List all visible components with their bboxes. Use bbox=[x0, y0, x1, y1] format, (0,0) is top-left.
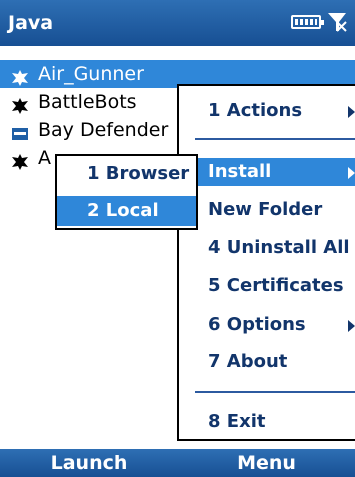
list-item-label: A bbox=[38, 147, 51, 169]
menu-item-new-folder[interactable]: New Folder bbox=[179, 196, 355, 224]
title-bar: Java bbox=[0, 0, 355, 46]
menu-item-label: New Folder bbox=[208, 199, 323, 220]
list-item-label: Bay Defender bbox=[38, 119, 169, 141]
menu-item-label: 7 About bbox=[208, 351, 288, 372]
menu-item-label: 8 Exit bbox=[208, 411, 266, 432]
submenu-item-label: 1 Browser bbox=[87, 163, 190, 184]
java-app-icon bbox=[12, 150, 28, 170]
menu-popup: 1 Actions Install New Folder 4 Uninstall… bbox=[177, 84, 355, 441]
menu-item-exit[interactable]: 8 Exit bbox=[179, 408, 355, 436]
menu-item-label: Install bbox=[208, 161, 272, 182]
menu-item-about[interactable]: 7 About bbox=[179, 348, 355, 376]
menu-item-label: 4 Uninstall All bbox=[208, 237, 350, 258]
submenu-item-browser[interactable]: 1 Browser bbox=[57, 159, 196, 189]
menu-item-actions[interactable]: 1 Actions bbox=[179, 97, 355, 125]
softkey-bar: Launch Menu bbox=[0, 449, 355, 477]
menu-separator bbox=[195, 138, 355, 140]
menu-item-install[interactable]: Install bbox=[179, 158, 355, 186]
submenu-arrow-icon bbox=[348, 320, 355, 332]
menu-item-options[interactable]: 6 Options bbox=[179, 311, 355, 339]
menu-item-certificates[interactable]: 5 Certificates bbox=[179, 272, 355, 300]
signal-off-icon[interactable] bbox=[327, 11, 347, 33]
window-title: Java bbox=[8, 12, 54, 34]
menu-item-label: 6 Options bbox=[208, 314, 306, 335]
status-icons[interactable] bbox=[291, 11, 347, 35]
submenu-item-label: 2 Local Files bbox=[87, 200, 159, 251]
menu-separator bbox=[195, 391, 355, 393]
submenu-arrow-icon bbox=[348, 106, 355, 118]
install-submenu: 1 Browser 2 Local Files bbox=[55, 154, 198, 251]
menu-item-label: 1 Actions bbox=[208, 100, 303, 121]
game-app-icon bbox=[12, 122, 28, 140]
list-item-label: Air_Gunner bbox=[38, 63, 144, 85]
list-item-label: BattleBots bbox=[38, 91, 137, 113]
java-app-icon bbox=[12, 66, 28, 86]
battery-icon[interactable] bbox=[291, 15, 324, 29]
menu-item-label: 5 Certificates bbox=[208, 275, 344, 296]
menu-item-uninstall-all[interactable]: 4 Uninstall All bbox=[179, 234, 355, 262]
submenu-item-local-files[interactable]: 2 Local Files bbox=[57, 196, 196, 251]
launch-softkey[interactable]: Launch bbox=[0, 449, 178, 477]
submenu-arrow-icon bbox=[348, 167, 355, 179]
java-app-icon bbox=[12, 94, 28, 114]
menu-softkey[interactable]: Menu bbox=[178, 449, 355, 477]
